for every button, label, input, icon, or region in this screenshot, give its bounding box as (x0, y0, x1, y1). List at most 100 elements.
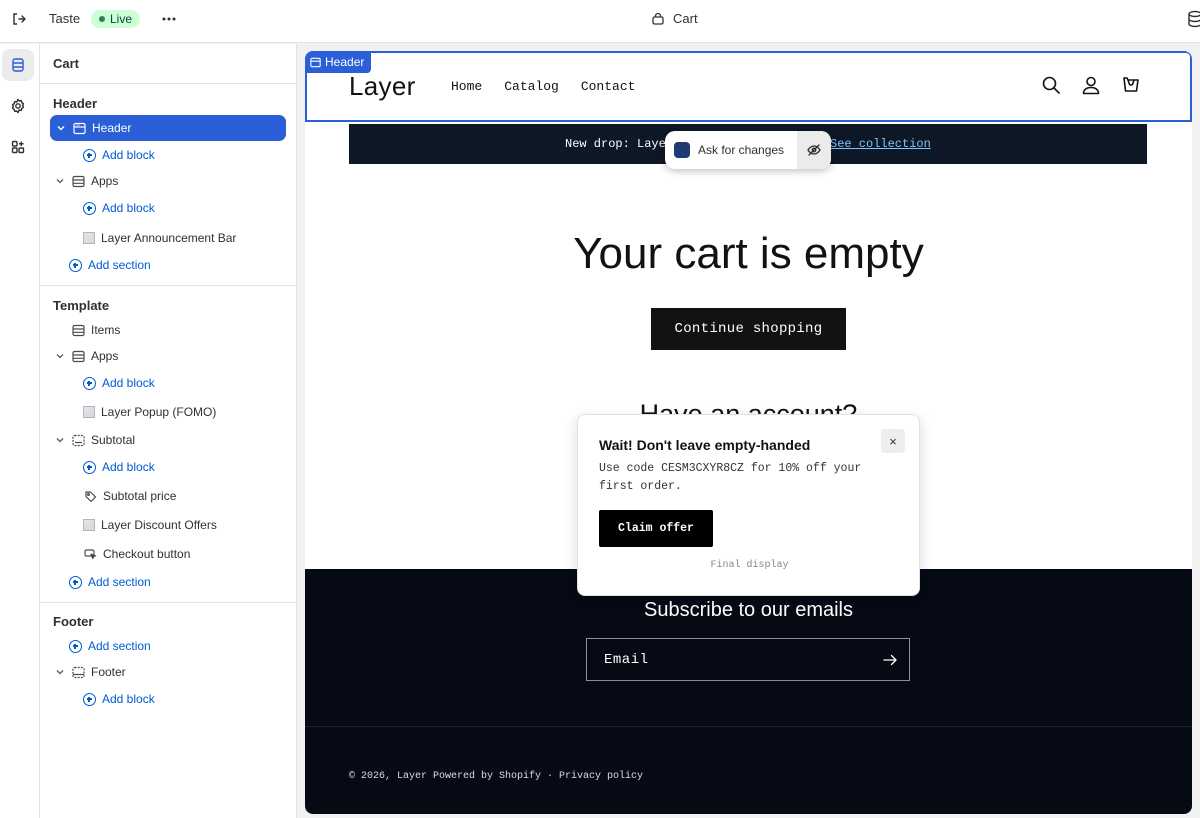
group-footer-label: Footer (53, 614, 94, 629)
tree-item-apps[interactable]: Apps (53, 168, 118, 194)
chevron-down-icon[interactable] (53, 437, 67, 443)
group-template-label: Template (53, 298, 110, 313)
plus-circle-icon (83, 376, 96, 390)
button-pointer-icon (83, 547, 97, 561)
popup-body: Use code CESM3CXYR8CZ for 10% off your f… (599, 462, 862, 493)
tree-item-label: Header (92, 121, 132, 135)
add-block-button[interactable]: Add block (83, 686, 155, 712)
app-block-icon (83, 519, 95, 531)
add-block-label: Add block (102, 692, 155, 706)
tree-item-label: Checkout button (103, 547, 191, 561)
hide-eye-icon[interactable] (797, 131, 831, 169)
plus-circle-icon (83, 692, 96, 706)
assistant-icon (674, 142, 690, 158)
plus-circle-icon (69, 258, 82, 272)
settings-icon[interactable] (2, 90, 34, 122)
add-block-label: Add block (102, 201, 155, 215)
tree-item-items[interactable]: Items (71, 317, 120, 343)
footer-section-icon (71, 665, 85, 679)
chevron-down-icon[interactable] (53, 669, 67, 675)
apps-icon[interactable] (2, 131, 34, 163)
icon-rail (0, 44, 40, 818)
tree-item-discount-offers[interactable]: Layer Discount Offers (83, 512, 217, 538)
tree-item-label: Subtotal price (103, 489, 177, 503)
tree-item-label: Items (91, 323, 121, 337)
tree-item-label: Layer Popup (FOMO) (101, 405, 217, 419)
add-section-button[interactable]: Add section (69, 252, 151, 278)
plus-circle-icon (69, 575, 82, 589)
tree-item-label: Subtotal (91, 433, 136, 447)
subscribe-title: Subscribe to our emails (644, 599, 853, 621)
tree-item-checkout-button[interactable]: Checkout button (83, 541, 190, 567)
add-section-label: Add section (88, 258, 151, 272)
subtotal-section-icon (71, 433, 85, 447)
sidebar-title: Cart (53, 56, 80, 71)
announcement-link[interactable]: See collection (830, 137, 931, 151)
announcement-text: New drop: Laye (565, 137, 666, 151)
sections-icon[interactable] (2, 49, 34, 81)
popup-title: Wait! Don't leave empty-handed (599, 437, 811, 453)
copyright-text: © 2026, Layer Powered by Shopify · Priva… (349, 771, 644, 782)
header-tag-label: Header (325, 55, 365, 69)
apps-section-icon (71, 174, 85, 188)
theme-name[interactable]: Taste (49, 11, 80, 26)
exit-intent-popup: Wait! Don't leave empty-handed Use code … (577, 414, 920, 596)
add-block-label: Add block (102, 460, 155, 474)
header-section-tag[interactable]: Header (305, 51, 372, 73)
email-field[interactable]: Email (586, 638, 910, 681)
plus-circle-icon (83, 460, 96, 474)
items-section-icon (71, 323, 85, 337)
tree-item-label: Layer Announcement Bar (101, 231, 237, 245)
app-block-icon (83, 232, 95, 244)
add-section-label: Add section (88, 639, 151, 653)
app-block-icon (83, 406, 95, 418)
page-title: Cart (673, 11, 698, 26)
price-tag-icon (83, 489, 97, 503)
header-selection-outline[interactable] (305, 51, 1192, 122)
continue-shopping-button[interactable]: Continue shopping (651, 308, 846, 350)
chevron-down-icon[interactable] (53, 178, 67, 184)
tree-item-apps[interactable]: Apps (53, 343, 118, 369)
chevron-down-icon[interactable] (53, 353, 67, 359)
bag-icon (651, 12, 665, 26)
page-selector[interactable]: Cart (651, 11, 698, 26)
add-section-button[interactable]: Add section (69, 633, 151, 659)
tree-item-label: Apps (91, 174, 119, 188)
chevron-down-icon[interactable] (54, 125, 68, 131)
divider (40, 602, 297, 603)
tree-item-header[interactable]: Header (50, 115, 286, 141)
plus-circle-icon (83, 201, 96, 215)
tree-item-announcement-bar[interactable]: Layer Announcement Bar (83, 225, 236, 251)
header-section-icon (72, 121, 86, 135)
cart-empty-title: Your cart is empty (573, 229, 924, 278)
add-block-label: Add block (102, 148, 155, 162)
exit-icon[interactable] (8, 8, 30, 30)
header-section-icon (310, 57, 321, 68)
database-icon[interactable] (1186, 10, 1200, 28)
add-block-button[interactable]: Add block (83, 370, 155, 396)
store-footer: Subscribe to our emails Email © 2026, La… (305, 569, 1192, 814)
add-block-button[interactable]: Add block (83, 195, 155, 221)
tree-item-label: Layer Discount Offers (101, 518, 217, 532)
live-badge: Live (91, 10, 141, 28)
ask-for-changes-label: Ask for changes (698, 143, 785, 157)
add-block-button[interactable]: Add block (83, 142, 155, 168)
ask-for-changes-pill[interactable]: Ask for changes (665, 131, 831, 169)
divider (40, 83, 297, 84)
tree-item-label: Footer (91, 665, 126, 679)
close-icon[interactable]: × (881, 429, 905, 453)
email-placeholder: Email (604, 652, 649, 668)
tree-item-footer[interactable]: Footer (53, 659, 126, 685)
add-block-button[interactable]: Add block (83, 454, 155, 480)
top-bar: Taste Live Cart (0, 0, 1200, 43)
tree-item-subtotal-price[interactable]: Subtotal price (83, 483, 176, 509)
plus-circle-icon (83, 148, 96, 162)
add-section-button[interactable]: Add section (69, 569, 151, 595)
arrow-right-icon[interactable] (883, 653, 897, 667)
live-label: Live (110, 12, 133, 26)
tree-item-subtotal[interactable]: Subtotal (53, 427, 135, 453)
more-icon[interactable] (158, 8, 180, 30)
claim-offer-button[interactable]: Claim offer (599, 510, 713, 547)
tree-item-layer-popup[interactable]: Layer Popup (FOMO) (83, 399, 216, 425)
status-dot-icon (99, 16, 105, 22)
